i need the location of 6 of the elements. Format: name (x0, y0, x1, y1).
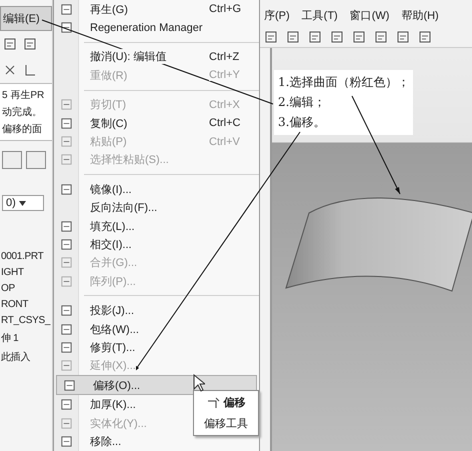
annotation-text: 2.编辑； (278, 94, 326, 111)
message-text: 偏移的面 (2, 123, 43, 136)
annotation-text: 1.选择曲面（粉红色）； (278, 74, 410, 91)
message-text: 动完成。 (2, 106, 43, 119)
message-text: 5 再生PR (2, 88, 46, 102)
annotation-text: 3.偏移。 (278, 114, 326, 131)
